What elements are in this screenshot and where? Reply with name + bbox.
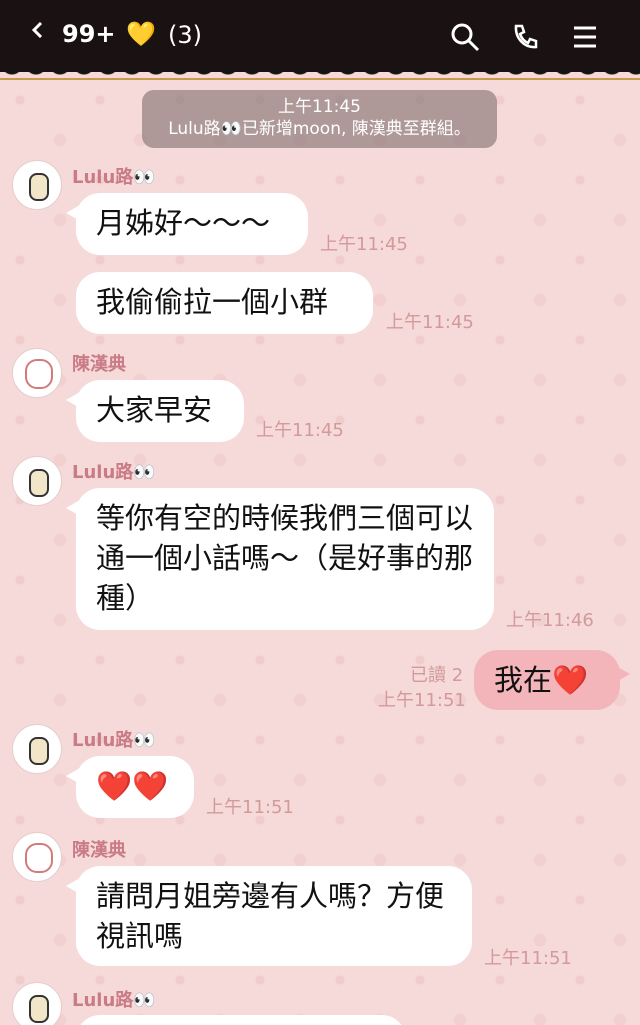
message-time: 上午11:45 <box>386 312 474 333</box>
sender-name: Lulu路👀 <box>72 167 156 188</box>
system-message: 上午11:45 Lulu路👀已新增moon, 陳漢典至群組。 <box>142 90 497 148</box>
message-bubble[interactable]: 等你有空的時候我們三個可以通一個小話嗎～（是好事的那種） <box>66 488 494 630</box>
system-text: Lulu路👀已新增moon, 陳漢典至群組。 <box>168 119 471 139</box>
message-time: 上午11:45 <box>320 234 408 255</box>
message-text: 大家早安 <box>96 393 213 427</box>
message-text: 請問月姐旁邊有人嗎？方便視訊嗎 <box>96 879 445 953</box>
message-bubble[interactable]: 請問月姐旁邊有人嗎？方便視訊嗎 <box>66 866 472 966</box>
sender-name: 陳漢典 <box>72 840 126 861</box>
avatar-chen[interactable] <box>12 832 62 882</box>
avatar-chen[interactable] <box>12 348 62 398</box>
message-bubble[interactable]: ❤️❤️ <box>66 756 194 818</box>
system-time: 上午11:45 <box>278 97 361 117</box>
message-bubble[interactable] <box>76 1015 406 1025</box>
sender-name: Lulu路👀 <box>72 990 156 1011</box>
message-time: 上午11:45 <box>256 420 344 441</box>
avatar-lulu[interactable] <box>12 160 62 210</box>
message-time: 上午11:51 <box>484 948 572 969</box>
chat-header: 99+ 💛 (3) <box>0 0 640 80</box>
avatar-lulu[interactable] <box>12 724 62 774</box>
avatar-lulu[interactable] <box>12 456 62 506</box>
message-text: 我在 <box>494 663 553 697</box>
message-bubble[interactable]: 大家早安 <box>66 380 244 442</box>
message-time: 上午11:51 <box>206 797 294 818</box>
phone-icon[interactable] <box>510 22 540 52</box>
message-bubble[interactable]: 我偷偷拉一個小群 <box>76 272 373 334</box>
member-count: (3) <box>168 21 202 49</box>
menu-icon[interactable] <box>570 22 600 52</box>
message-text: 等你有空的時候我們三個可以通一個小話嗎～（是好事的那種） <box>96 501 474 615</box>
sender-name: 陳漢典 <box>72 354 126 375</box>
group-heart-icon: 💛 <box>126 20 156 48</box>
back-chevron-icon[interactable] <box>30 22 46 38</box>
sender-name: Lulu路👀 <box>72 462 156 483</box>
message-time: 上午11:46 <box>506 610 594 631</box>
sender-name: Lulu路👀 <box>72 730 156 751</box>
my-message-bubble[interactable]: 我在❤️ <box>474 650 630 710</box>
message-time: 上午11:51 <box>378 690 466 711</box>
search-icon[interactable] <box>450 22 480 52</box>
message-bubble[interactable]: 月姊好～～～ <box>66 193 308 255</box>
message-text: 月姊好～～～ <box>96 206 271 240</box>
unread-count[interactable]: 99+ <box>62 20 116 48</box>
message-text: ❤️❤️ <box>96 769 169 803</box>
read-receipt: 已讀 2 <box>410 665 464 686</box>
heart-icon: ❤️ <box>552 663 589 697</box>
avatar-lulu[interactable] <box>12 982 62 1025</box>
message-text: 我偷偷拉一個小群 <box>96 285 329 319</box>
